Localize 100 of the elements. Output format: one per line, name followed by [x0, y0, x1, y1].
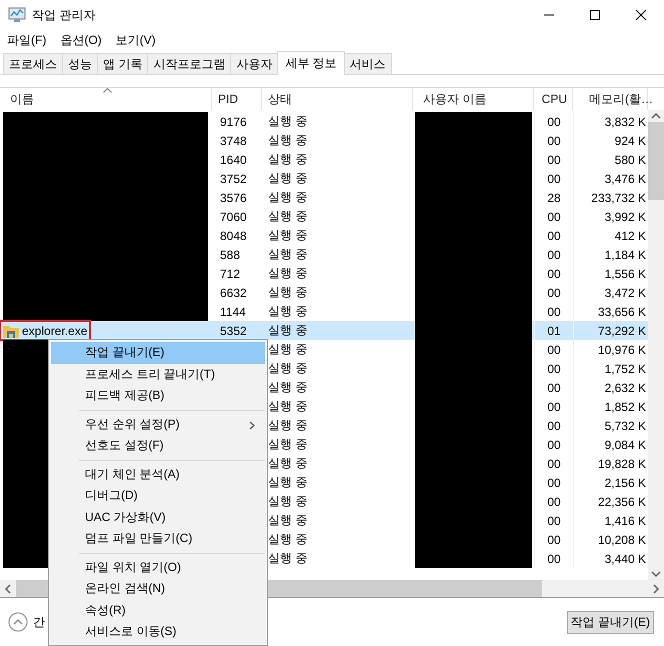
tab[interactable]: 사용자 [230, 53, 278, 74]
table-cell: 233,732 K [591, 190, 646, 204]
table-cell: 6632 [220, 286, 247, 300]
table-row[interactable]: 6632 실행 중 00 3,472 K [0, 283, 648, 302]
table-cell: 실행 중 [268, 493, 308, 510]
table-cell: 3,472 K [604, 286, 646, 300]
column-header[interactable]: 상태 [268, 90, 292, 108]
table-cell: 33,656 K [598, 304, 646, 318]
table-cell: 3,992 K [604, 210, 646, 224]
table-cell: 실행 중 [268, 436, 308, 453]
table-cell: 실행 중 [268, 132, 308, 149]
table-cell: 3,476 K [604, 172, 646, 186]
table-cell: 00 [547, 266, 561, 280]
table-row[interactable]: 1144 실행 중 00 33,656 K [0, 302, 648, 321]
table-cell: 9176 [220, 114, 247, 128]
table-cell: 실행 중 [268, 341, 308, 358]
context-menu-item[interactable]: 온라인 검색(N) [51, 578, 265, 600]
table-cell: 00 [547, 304, 561, 318]
context-menu-item[interactable]: 선호도 설정(F) [51, 435, 265, 456]
table-cell: 00 [547, 438, 561, 452]
table-cell: 실행 중 [268, 208, 308, 225]
vertical-scrollbar[interactable] [648, 110, 664, 580]
table-cell: 00 [547, 172, 561, 186]
table-cell: 실행 중 [268, 455, 308, 472]
table-row[interactable]: explorer.exe 5352 실행 중 01 73,292 K [0, 321, 648, 340]
table-cell: 00 [547, 456, 561, 470]
column-header[interactable]: 메모리(활… [589, 90, 653, 108]
table-cell: 00 [547, 114, 561, 128]
table-cell: 실행 중 [268, 531, 308, 548]
table-row[interactable]: 3748 실행 중 00 924 K [0, 131, 648, 150]
table-cell: 3576 [220, 190, 247, 204]
table-row[interactable]: 9176 실행 중 00 3,832 K [0, 112, 648, 131]
table-cell: 73,292 K [598, 324, 646, 338]
table-cell: 1,752 K [604, 362, 646, 376]
table-cell: 실행 중 [268, 303, 308, 320]
table-cell: 00 [547, 210, 561, 224]
table-cell: 00 [547, 400, 561, 414]
table-cell: 실행 중 [268, 379, 308, 396]
table-cell: 실행 중 [268, 417, 308, 434]
tab[interactable]: 성능 [62, 53, 98, 74]
column-header[interactable]: 사용자 이름 [423, 90, 486, 108]
context-menu-item[interactable]: 우선 순위 설정(P) [51, 414, 265, 435]
table-cell: 8048 [220, 228, 247, 242]
menu-item[interactable]: 파일(F) [7, 32, 46, 48]
table-cell: 10,976 K [598, 342, 646, 356]
context-menu-item[interactable]: 작업 끝내기(E) [51, 342, 265, 364]
table-cell: 3,440 K [604, 552, 646, 566]
table-row[interactable]: 3752 실행 중 00 3,476 K [0, 169, 648, 188]
table-cell: 00 [547, 418, 561, 432]
table-cell: 3748 [220, 134, 247, 148]
table-cell: 00 [547, 552, 561, 566]
context-menu-item[interactable]: 속성(R) [51, 600, 265, 621]
table-cell: 22,356 K [598, 494, 646, 508]
table-cell: 7060 [220, 210, 247, 224]
table-cell: 실행 중 [268, 151, 308, 168]
table-row[interactable]: 3576 실행 중 28 233,732 K [0, 188, 648, 207]
tab[interactable]: 앱 기록 [97, 53, 148, 74]
table-cell: 712 [220, 266, 240, 280]
table-cell: 00 [547, 494, 561, 508]
table-cell: 1,556 K [604, 266, 646, 280]
table-cell: 실행 중 [268, 284, 308, 301]
column-header[interactable]: 이름 [10, 90, 34, 108]
table-row[interactable]: 8048 실행 중 00 412 K [0, 226, 648, 245]
table-cell: 1,416 K [604, 514, 646, 528]
table-row[interactable]: 712 실행 중 00 1,556 K [0, 264, 648, 283]
table-row[interactable]: 7060 실행 중 00 3,992 K [0, 207, 648, 226]
column-header[interactable]: PID [218, 92, 238, 106]
table-cell: 580 K [614, 152, 646, 166]
table-cell: 3752 [220, 172, 247, 186]
process-name: explorer.exe [22, 324, 88, 338]
table-cell: 실행 중 [268, 265, 308, 282]
collapse-icon[interactable] [8, 612, 28, 632]
table-row[interactable]: 588 실행 중 00 1,184 K [0, 245, 648, 264]
end-task-button[interactable]: 작업 끝내기(E) [566, 610, 654, 634]
close-icon [635, 9, 647, 21]
tab[interactable]: 프로세스 [3, 53, 63, 74]
table-cell: 실행 중 [268, 227, 308, 244]
menu-item[interactable]: 보기(V) [116, 32, 156, 48]
table-cell: 412 K [614, 228, 646, 242]
maximize-icon [589, 9, 601, 21]
table-row[interactable]: 1640 실행 중 00 580 K [0, 150, 648, 169]
tab[interactable]: 서비스 [344, 53, 392, 74]
table-cell: 28 [547, 190, 561, 204]
tab[interactable]: 세부 정보 [277, 51, 345, 75]
column-header[interactable]: CPU [542, 92, 567, 106]
menu-item[interactable]: 옵션(O) [60, 32, 102, 48]
table-cell: 00 [547, 342, 561, 356]
context-menu-item[interactable]: 서비스로 이동(S) [51, 621, 265, 642]
scrollbar-thumb[interactable] [648, 122, 664, 200]
table-cell: 1,184 K [604, 248, 646, 262]
table-cell: 00 [547, 362, 561, 376]
toggle-label[interactable]: 간 [33, 614, 45, 630]
tab[interactable]: 시작프로그램 [147, 53, 232, 74]
table-cell: 3,832 K [604, 114, 646, 128]
context-menu-item[interactable]: 덤프 파일 만들기(C) [51, 528, 265, 550]
window-title: 작업 관리자 [32, 6, 96, 24]
table-cell: 5352 [220, 324, 247, 338]
table-cell: 실행 중 [268, 398, 308, 415]
table-cell: 실행 중 [268, 113, 308, 130]
table-cell: 924 K [614, 134, 646, 148]
